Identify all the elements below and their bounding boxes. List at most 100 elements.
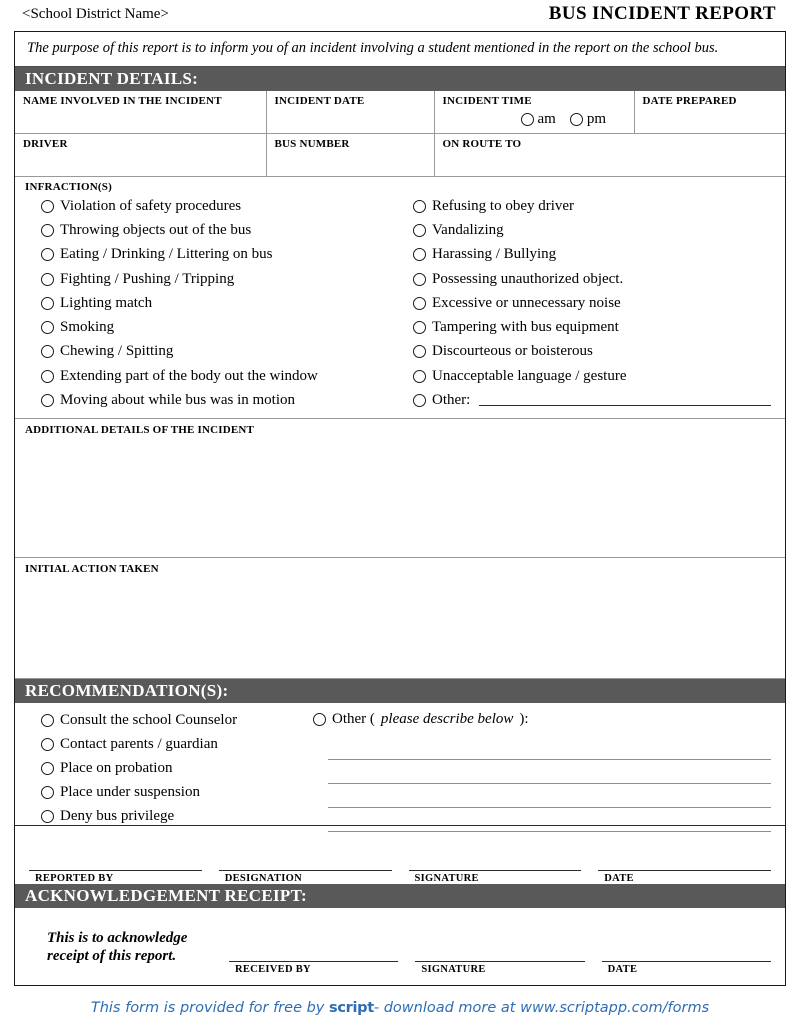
infraction-other-input[interactable] — [479, 395, 771, 407]
district-name: <School District Name> — [22, 5, 169, 22]
signature-field-designation[interactable]: DESIGNATION — [218, 869, 392, 884]
recommendation-label: Deny bus privilege — [60, 808, 175, 825]
infraction-option[interactable]: Harassing / Bullying — [413, 243, 785, 267]
radio-circle-icon[interactable] — [313, 713, 326, 727]
radio-circle-icon[interactable] — [413, 369, 426, 383]
infraction-option[interactable]: Discourteous or boisterous — [413, 340, 785, 364]
field-incident-date[interactable]: INCIDENT DATE — [265, 90, 435, 135]
radio-circle-icon[interactable] — [41, 199, 54, 213]
infraction-option[interactable]: Extending part of the body out the windo… — [41, 364, 400, 388]
field-incident-time[interactable]: INCIDENT TIME am pm — [433, 90, 635, 135]
field-name-involved[interactable]: NAME INVOLVED IN THE INCIDENT — [15, 90, 267, 135]
additional-details-block[interactable]: ADDITIONAL DETAILS OF THE INCIDENT — [15, 419, 785, 558]
incident-details-table: NAME INVOLVED IN THE INCIDENT INCIDENT D… — [15, 90, 785, 178]
recommendation-option-other[interactable]: Other (please describe below): — [313, 709, 771, 731]
recommendation-other-prefix: Other ( — [332, 711, 375, 728]
infraction-option[interactable]: Eating / Drinking / Littering on bus — [41, 243, 400, 267]
acknowledgement-fields: RECEIVED BY SIGNATURE DATE — [229, 960, 771, 978]
additional-details-label: ADDITIONAL DETAILS OF THE INCIDENT — [25, 423, 255, 436]
recommendation-option[interactable]: Place on probation — [41, 757, 305, 781]
infraction-option[interactable]: Chewing / Spitting — [41, 340, 400, 364]
radio-circle-icon[interactable] — [41, 296, 54, 310]
radio-circle-icon[interactable] — [41, 321, 54, 335]
infractions-right-column: Refusing to obey driver Vandalizing Hara… — [400, 194, 785, 413]
radio-circle-icon[interactable] — [413, 296, 426, 310]
acknowledgement-section: This is to acknowledge receipt of this r… — [15, 908, 785, 980]
infraction-option[interactable]: Fighting / Pushing / Tripping — [41, 267, 400, 291]
infraction-option[interactable]: Vandalizing — [413, 218, 785, 242]
infraction-label: Chewing / Spitting — [60, 343, 174, 360]
recommendation-other-line[interactable] — [328, 736, 771, 760]
field-on-route-to[interactable]: ON ROUTE TO — [433, 133, 785, 178]
acknowledgement-note: This is to acknowledge receipt of this r… — [29, 929, 229, 978]
signature-field-signature[interactable]: SIGNATURE — [408, 869, 582, 884]
radio-circle-icon[interactable] — [413, 272, 426, 286]
radio-circle-icon[interactable] — [413, 248, 426, 262]
radio-circle-icon[interactable] — [413, 223, 426, 237]
infraction-option[interactable]: Throwing objects out of the bus — [41, 218, 400, 242]
radio-circle-icon[interactable] — [41, 223, 54, 237]
recommendation-option[interactable]: Place under suspension — [41, 781, 305, 805]
signature-field-reported-by[interactable]: REPORTED BY — [29, 869, 202, 884]
radio-circle-icon[interactable] — [413, 199, 426, 213]
signature-caption: REPORTED BY — [35, 872, 114, 884]
radio-circle-icon[interactable] — [41, 248, 54, 262]
signature-field-date[interactable]: DATE — [598, 869, 771, 884]
radio-circle-icon[interactable] — [41, 369, 54, 383]
recommendation-option[interactable]: Deny bus privilege — [41, 805, 305, 829]
ack-field-received-by[interactable]: RECEIVED BY — [229, 960, 399, 975]
recommendation-other-line[interactable] — [328, 808, 771, 832]
infractions-title: INFRACTION(S) — [25, 181, 112, 194]
ack-field-signature[interactable]: SIGNATURE — [415, 960, 585, 975]
infraction-label: Refusing to obey driver — [432, 197, 575, 214]
radio-circle-icon[interactable] — [520, 112, 534, 126]
radio-circle-icon[interactable] — [41, 786, 54, 800]
footer-text-after: - download more at www.scriptapp.com/for… — [373, 1000, 710, 1016]
radio-circle-icon[interactable] — [41, 394, 54, 408]
radio-circle-icon[interactable] — [41, 714, 54, 728]
radio-circle-icon[interactable] — [569, 112, 583, 126]
signature-caption: SIGNATURE — [421, 963, 486, 975]
infraction-option[interactable]: Violation of safety procedures — [41, 194, 400, 218]
infraction-option[interactable]: Smoking — [41, 316, 400, 340]
radio-circle-icon[interactable] — [41, 345, 54, 359]
field-driver[interactable]: DRIVER — [15, 133, 267, 178]
recommendations-other: Other (please describe below): — [305, 709, 785, 832]
radio-label: pm — [586, 110, 606, 127]
recommendation-other-italic: please describe below — [380, 711, 514, 728]
am-pm-group: am pm — [443, 111, 634, 128]
infraction-option[interactable]: Tampering with bus equipment — [413, 316, 785, 340]
footer-text-before: This form is provided for free by — [90, 1000, 329, 1016]
infraction-option[interactable]: Refusing to obey driver — [413, 194, 785, 218]
recommendation-other-line[interactable] — [328, 784, 771, 808]
recommendation-option[interactable]: Consult the school Counselor — [41, 709, 305, 733]
radio-option-am[interactable]: am — [520, 111, 556, 128]
table-row: NAME INVOLVED IN THE INCIDENT INCIDENT D… — [15, 90, 785, 135]
radio-circle-icon[interactable] — [41, 762, 54, 776]
infraction-label: Violation of safety procedures — [60, 197, 242, 214]
recommendations-section: Consult the school Counselor Contact par… — [15, 703, 785, 832]
infraction-option-other[interactable]: Other: — [413, 388, 785, 412]
infraction-option[interactable]: Possessing unauthorized object. — [413, 267, 785, 291]
radio-circle-icon[interactable] — [413, 394, 426, 408]
recommendation-other-line[interactable] — [328, 760, 771, 784]
radio-circle-icon[interactable] — [41, 738, 54, 752]
initial-action-block[interactable]: INITIAL ACTION TAKEN — [15, 558, 785, 679]
recommendation-option[interactable]: Contact parents / guardian — [41, 733, 305, 757]
radio-circle-icon[interactable] — [413, 321, 426, 335]
infraction-option[interactable]: Lighting match — [41, 291, 400, 315]
field-bus-number[interactable]: BUS NUMBER — [265, 133, 435, 178]
radio-circle-icon[interactable] — [41, 272, 54, 286]
radio-option-pm[interactable]: pm — [569, 110, 606, 128]
infraction-option[interactable]: Unacceptable language / gesture — [413, 364, 785, 388]
infraction-option[interactable]: Excessive or unnecessary noise — [413, 291, 785, 315]
infraction-label: Unacceptable language / gesture — [432, 367, 627, 384]
infraction-option[interactable]: Moving about while bus was in motion — [41, 388, 400, 412]
radio-circle-icon[interactable] — [413, 345, 426, 359]
field-date-prepared[interactable]: DATE PREPARED — [633, 90, 785, 135]
page-header: <School District Name> BUS INCIDENT REPO… — [0, 0, 800, 28]
initial-action-label: INITIAL ACTION TAKEN — [25, 562, 159, 575]
field-label: DRIVER — [23, 138, 68, 151]
radio-circle-icon[interactable] — [41, 810, 54, 824]
ack-field-date[interactable]: DATE — [601, 960, 771, 975]
